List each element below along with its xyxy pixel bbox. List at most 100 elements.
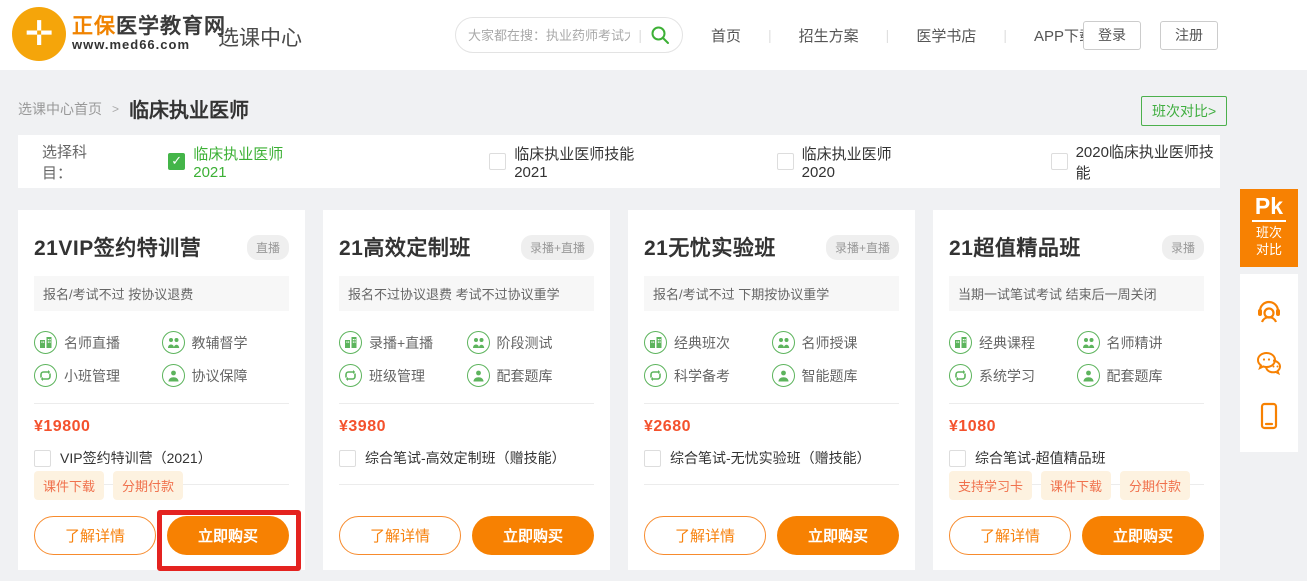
course-card: 21超值精品班 录播 当期一试笔试考试 结束后一周关闭 经典课程	[933, 210, 1220, 570]
page: ✛ 正保医学教育网 www.med66.com 选课中心 | 首页 | 招生方案…	[0, 0, 1307, 581]
breadcrumb-current: 临床执业医师	[129, 94, 249, 123]
subject-filter-bar: 选择科目： 临床执业医师2021 临床执业医师技能2021 临床执业医师2020…	[18, 135, 1220, 188]
course-card: 21高效定制班 录播+直播 报名不过协议退费 考试不过协议重学 录播+直播	[323, 210, 610, 570]
live-class-icon	[949, 331, 972, 354]
register-button[interactable]: 注册	[1160, 21, 1218, 50]
feature-item: 名师直播	[34, 331, 162, 354]
breadcrumb-separator: >	[112, 102, 119, 116]
divider	[339, 403, 594, 404]
feature-item: 小班管理	[34, 364, 162, 387]
feature-item: 名师授课	[772, 331, 900, 354]
filter-option-2020[interactable]: 临床执业医师2020	[777, 143, 918, 181]
divider	[644, 484, 899, 485]
guarantee-text: 报名/考试不过 按协议退费	[34, 276, 289, 311]
checkbox-icon[interactable]	[34, 450, 51, 467]
detail-button[interactable]: 了解详情	[644, 516, 766, 555]
checkbox-icon[interactable]	[644, 450, 661, 467]
course-select-row[interactable]: VIP签约特训营（2021）	[34, 448, 289, 468]
course-card: 21VIP签约特训营 直播 报名/考试不过 按协议退费 名师直播	[18, 210, 305, 570]
buy-now-button[interactable]: 立即购买	[167, 516, 289, 555]
course-option-label: 综合笔试-无忧实验班（赠技能）	[670, 448, 871, 468]
checkbox-icon[interactable]	[949, 450, 966, 467]
guarantee-text: 报名/考试不过 下期按协议重学	[644, 276, 899, 311]
course-tag: 分期付款	[113, 471, 183, 500]
course-type-badge: 录播+直播	[521, 235, 594, 260]
person-icon-item: 智能题库	[772, 364, 900, 387]
nav-separator: |	[868, 27, 908, 43]
pk-compare-button[interactable]: Pk 班次 对比	[1240, 189, 1298, 267]
course-title: 21超值精品班	[949, 232, 1081, 262]
course-option-label: 综合笔试-高效定制班（赠技能）	[365, 448, 566, 468]
guarantee-text: 当期一试笔试考试 结束后一周关闭	[949, 276, 1204, 311]
nav-item-home[interactable]: 首页	[702, 25, 750, 46]
course-type-badge: 直播	[247, 235, 289, 260]
buy-now-button[interactable]: 立即购买	[472, 516, 594, 555]
detail-button[interactable]: 了解详情	[34, 516, 156, 555]
course-select-row[interactable]: 综合笔试-高效定制班（赠技能）	[339, 448, 594, 468]
checkbox-icon[interactable]	[489, 153, 506, 170]
person-icon	[772, 364, 795, 387]
course-card: 21无忧实验班 录播+直播 报名/考试不过 下期按协议重学 经典班次	[628, 210, 915, 570]
checkbox-icon[interactable]	[777, 153, 794, 170]
course-option-label: VIP签约特训营（2021）	[60, 448, 212, 468]
search-divider: |	[638, 27, 642, 43]
search-icon[interactable]	[650, 25, 670, 45]
course-price: ¥2680	[644, 418, 899, 436]
breadcrumb-home-link[interactable]: 选课中心首页	[18, 99, 102, 119]
feature-item: 经典课程	[949, 331, 1077, 354]
people-icon	[772, 331, 795, 354]
search-input[interactable]	[468, 28, 630, 43]
filter-option-skill-2021[interactable]: 临床执业医师技能2021	[489, 143, 658, 181]
buy-now-button[interactable]: 立即购买	[1082, 516, 1204, 555]
feature-list: 经典课程 名师精讲 系统学习	[949, 321, 1204, 387]
wechat-icon[interactable]	[1254, 348, 1284, 378]
course-price: ¥3980	[339, 418, 594, 436]
person-icon-item: 配套题库	[467, 364, 595, 387]
nav-item-enrollment[interactable]: 招生方案	[790, 25, 868, 46]
course-title: 21高效定制班	[339, 232, 471, 262]
course-select-row[interactable]: 综合笔试-无忧实验班（赠技能）	[644, 448, 899, 468]
feature-item: 阶段测试	[467, 331, 595, 354]
feature-item: 教辅督学	[162, 331, 290, 354]
header: ✛ 正保医学教育网 www.med66.com 选课中心 | 首页 | 招生方案…	[0, 0, 1307, 70]
nav-separator: |	[985, 27, 1025, 43]
login-button[interactable]: 登录	[1083, 21, 1141, 50]
filter-option-skill-2020[interactable]: 2020临床执业医师技能	[1051, 141, 1220, 183]
feature-item: 录播+直播	[339, 331, 467, 354]
nav-separator: |	[750, 27, 790, 43]
mobile-app-icon[interactable]	[1254, 401, 1284, 431]
course-title: 21无忧实验班	[644, 232, 776, 262]
person-icon-item: 协议保障	[162, 364, 290, 387]
customer-service-icon[interactable]	[1254, 295, 1284, 325]
course-select-row[interactable]: 综合笔试-超值精品班	[949, 448, 1204, 468]
refresh-icon	[34, 364, 57, 387]
search-box[interactable]: |	[455, 17, 683, 53]
people-icon	[467, 331, 490, 354]
buy-now-button[interactable]: 立即购买	[777, 516, 899, 555]
refresh-icon	[644, 364, 667, 387]
floating-toolbar	[1240, 274, 1298, 452]
logo[interactable]: ✛ 正保医学教育网 www.med66.com	[12, 7, 226, 61]
refresh-icon	[339, 364, 362, 387]
divider	[339, 484, 594, 485]
course-tag: 支持学习卡	[949, 471, 1032, 500]
pk-icon: Pk	[1252, 194, 1286, 222]
filter-option-2021[interactable]: 临床执业医师2021	[168, 143, 309, 181]
checkbox-icon[interactable]	[1051, 153, 1068, 170]
feature-item: 班级管理	[339, 364, 467, 387]
breadcrumb: 选课中心首页 > 临床执业医师	[18, 94, 249, 123]
divider	[644, 403, 899, 404]
checkbox-icon[interactable]	[339, 450, 356, 467]
class-compare-button[interactable]: 班次对比>	[1141, 96, 1227, 126]
detail-button[interactable]: 了解详情	[339, 516, 461, 555]
feature-item: 经典班次	[644, 331, 772, 354]
detail-button[interactable]: 了解详情	[949, 516, 1071, 555]
guarantee-text: 报名不过协议退费 考试不过协议重学	[339, 276, 594, 311]
filter-label: 选择科目：	[42, 141, 113, 183]
people-icon	[162, 331, 185, 354]
course-price: ¥1080	[949, 418, 1204, 436]
course-title: 21VIP签约特训营	[34, 232, 201, 262]
feature-list: 经典班次 名师授课 科学备考	[644, 321, 899, 387]
checkbox-checked-icon[interactable]	[168, 153, 185, 170]
nav-item-bookstore[interactable]: 医学书店	[907, 25, 985, 46]
